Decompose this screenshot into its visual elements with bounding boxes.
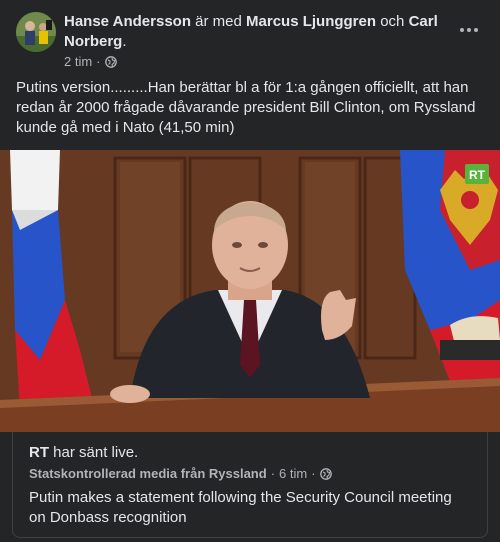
- video-frame: RT: [0, 150, 500, 432]
- more-options-icon[interactable]: [454, 20, 484, 40]
- author-name[interactable]: Hanse Andersson: [64, 13, 191, 30]
- author-line: Hanse Andersson är med Marcus Ljunggren …: [64, 12, 454, 52]
- and-text: och: [380, 13, 405, 30]
- period: .: [122, 33, 127, 50]
- meta-dot: ·: [96, 54, 101, 69]
- globe-icon: [319, 467, 332, 480]
- post-text: Putins version.........Han berättar bl a…: [16, 79, 476, 136]
- post-card: Hanse Andersson är med Marcus Ljunggren …: [0, 0, 500, 542]
- avatar-image: [16, 12, 56, 52]
- shared-meta-dot: ·: [270, 466, 276, 481]
- shared-source-name[interactable]: RT: [29, 444, 49, 461]
- rt-logo: RT: [469, 168, 486, 182]
- shared-source-line: RT har sänt live.: [29, 444, 138, 461]
- shared-title[interactable]: Putin makes a statement following the Se…: [29, 488, 469, 528]
- globe-icon: [104, 55, 117, 68]
- shared-time[interactable]: 6 tim: [279, 466, 307, 481]
- state-media-label[interactable]: Statskontrollerad media från Ryssland: [29, 466, 267, 481]
- shared-post-card[interactable]: RT har sänt live. Statskontrollerad medi…: [12, 432, 488, 538]
- post-time[interactable]: 2 tim: [64, 54, 92, 69]
- shared-action: har sänt live.: [53, 444, 139, 461]
- post-meta: 2 tim ·: [64, 54, 117, 69]
- avatar[interactable]: [16, 12, 56, 52]
- post-header: Hanse Andersson är med Marcus Ljunggren …: [16, 12, 484, 72]
- shared-meta: Statskontrollerad media från Ryssland · …: [29, 466, 332, 481]
- tagged-person-1[interactable]: Marcus Ljunggren: [246, 13, 376, 30]
- with-text: är med: [195, 13, 242, 30]
- live-video[interactable]: RT: [0, 150, 500, 432]
- shared-meta-dot-2: ·: [311, 466, 316, 481]
